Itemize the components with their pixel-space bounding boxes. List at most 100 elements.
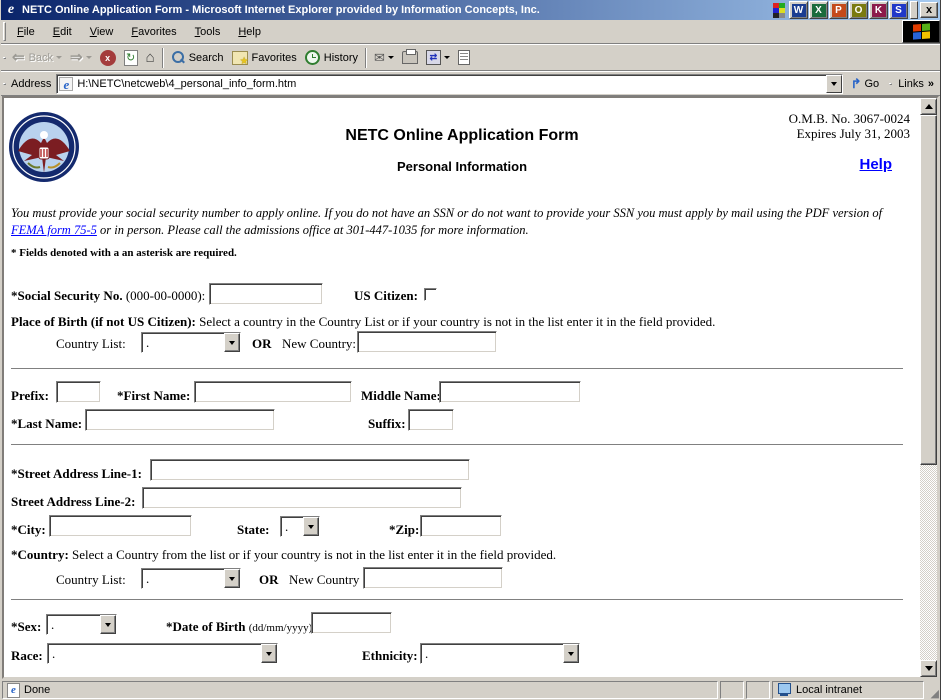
prefix-input[interactable] xyxy=(56,381,101,403)
first-name-input[interactable] xyxy=(194,381,352,403)
go-button[interactable]: ↱ Go xyxy=(843,73,888,95)
zip-input[interactable] xyxy=(420,515,502,537)
menu-file[interactable]: File xyxy=(8,24,44,40)
help-link[interactable]: Help xyxy=(859,156,892,173)
sex-dropdown-button[interactable] xyxy=(100,615,116,634)
menu-tools[interactable]: Tools xyxy=(186,24,230,40)
first-name-label: *First Name: xyxy=(117,388,191,403)
publisher-button[interactable]: P xyxy=(829,1,848,19)
city-input[interactable] xyxy=(49,515,192,537)
us-citizen-label: US Citizen: xyxy=(354,288,418,303)
clock-button[interactable]: O xyxy=(849,1,868,19)
back-label: Back xyxy=(28,51,54,64)
fema-form-link[interactable]: FEMA form 75-5 xyxy=(11,223,97,237)
address-new-country-input[interactable] xyxy=(363,567,503,589)
discuss-button[interactable] xyxy=(454,47,474,69)
chevron-down-icon xyxy=(266,651,272,656)
word-button[interactable]: W xyxy=(789,1,808,19)
or-label2: OR xyxy=(259,572,279,587)
address-country-select[interactable]: . xyxy=(141,568,241,589)
fullscreen-button[interactable]: S xyxy=(889,1,908,19)
toolbar-grip[interactable] xyxy=(3,56,6,59)
scroll-up-button[interactable] xyxy=(920,98,937,115)
close-button[interactable]: x xyxy=(920,2,938,18)
edit-dropdown-icon[interactable] xyxy=(443,56,450,59)
addressbar-grip[interactable] xyxy=(3,82,6,85)
section-divider xyxy=(11,444,903,446)
stop-button[interactable]: x xyxy=(96,47,120,69)
scroll-down-button[interactable] xyxy=(920,660,937,677)
favorites-button[interactable]: Favorites xyxy=(228,47,301,69)
ssn-input[interactable] xyxy=(209,283,323,305)
forward-button[interactable]: ⇒ xyxy=(66,47,96,69)
required-fields-note: * Fields denoted with a an asterisk are … xyxy=(11,247,237,259)
search-button[interactable]: Search xyxy=(167,47,228,69)
links-toolbar[interactable]: Links » xyxy=(894,73,938,95)
scrollbar-track[interactable] xyxy=(920,115,937,660)
go-icon: ↱ xyxy=(850,75,862,91)
resize-grip[interactable]: ◢ xyxy=(926,681,939,700)
last-name-input[interactable] xyxy=(85,409,275,431)
menu-view[interactable]: View xyxy=(81,24,123,40)
window-title: NETC Online Application Form - Microsoft… xyxy=(22,4,540,16)
back-dropdown-icon[interactable] xyxy=(56,56,63,59)
search-icon xyxy=(171,50,185,65)
dob-input[interactable] xyxy=(311,612,392,634)
chevron-down-icon xyxy=(830,81,837,86)
search-label: Search xyxy=(188,51,224,64)
birth-new-country-input[interactable] xyxy=(357,331,497,353)
links-grip[interactable] xyxy=(889,82,893,85)
mail-button[interactable]: ✉ xyxy=(370,47,398,69)
menu-help[interactable]: Help xyxy=(229,24,270,40)
state-value: . xyxy=(285,518,289,534)
status-pane-empty xyxy=(720,681,744,699)
back-button[interactable]: ⇐ Back xyxy=(8,47,66,69)
omb-line2: Expires July 31, 2003 xyxy=(796,126,910,141)
address-bar: Address e H:\NETC\netcweb\4_personal_inf… xyxy=(1,71,940,96)
menu-edit[interactable]: Edit xyxy=(44,24,81,40)
street1-input[interactable] xyxy=(150,459,470,481)
ethnicity-select[interactable]: . xyxy=(420,643,580,664)
birth-country-select[interactable]: . xyxy=(141,332,241,353)
state-dropdown-button[interactable] xyxy=(303,517,319,536)
page-title: NETC Online Application Form xyxy=(345,127,579,144)
history-button[interactable]: History xyxy=(301,47,362,69)
go-label: Go xyxy=(864,77,880,90)
state-select[interactable]: . xyxy=(280,516,320,537)
scrollbar-thumb[interactable] xyxy=(920,115,937,465)
middle-name-input[interactable] xyxy=(439,381,581,403)
address-input[interactable]: e H:\NETC\netcweb\4_personal_info_form.h… xyxy=(56,73,843,94)
race-select[interactable]: . xyxy=(47,643,278,664)
favorites-label: Favorites xyxy=(251,51,297,64)
birth-country-dropdown-button[interactable] xyxy=(224,333,240,352)
excel-button[interactable]: X xyxy=(809,1,828,19)
chevron-down-icon xyxy=(568,651,574,656)
ethnicity-dropdown-button[interactable] xyxy=(563,644,579,663)
key-button[interactable]: K xyxy=(869,1,888,19)
print-button[interactable] xyxy=(398,47,422,69)
clipped-window-button[interactable] xyxy=(910,1,918,19)
address-dropdown-button[interactable] xyxy=(825,74,842,93)
home-button[interactable]: ⌂ xyxy=(142,47,159,69)
mail-dropdown-icon[interactable] xyxy=(387,56,394,59)
security-zone-pane: Local intranet xyxy=(772,681,924,699)
address-country-dropdown-button[interactable] xyxy=(224,569,240,588)
page-icon: e xyxy=(59,76,74,91)
refresh-button[interactable]: ↻ xyxy=(120,47,142,69)
sex-select[interactable]: . xyxy=(46,614,117,635)
us-citizen-checkbox[interactable] xyxy=(424,288,437,301)
last-name-label: *Last Name: xyxy=(11,416,83,431)
chevron-up-icon xyxy=(924,104,933,109)
menu-favorites[interactable]: Favorites xyxy=(122,24,185,40)
race-dropdown-button[interactable] xyxy=(261,644,277,663)
standard-toolbar: ⇐ Back ⇒ x ↻ ⌂ Search Favorites History xyxy=(1,44,940,71)
edit-button[interactable]: ⇄ xyxy=(422,47,454,69)
suffix-label: Suffix: xyxy=(368,416,406,431)
street2-input[interactable] xyxy=(142,487,462,509)
sex-value: . xyxy=(51,616,55,632)
menu-grip[interactable] xyxy=(3,22,6,41)
address-url[interactable]: H:\NETC\netcweb\4_personal_info_form.htm xyxy=(77,78,825,90)
vertical-scrollbar[interactable] xyxy=(920,98,937,677)
suffix-input[interactable] xyxy=(408,409,454,431)
forward-dropdown-icon[interactable] xyxy=(85,56,92,59)
